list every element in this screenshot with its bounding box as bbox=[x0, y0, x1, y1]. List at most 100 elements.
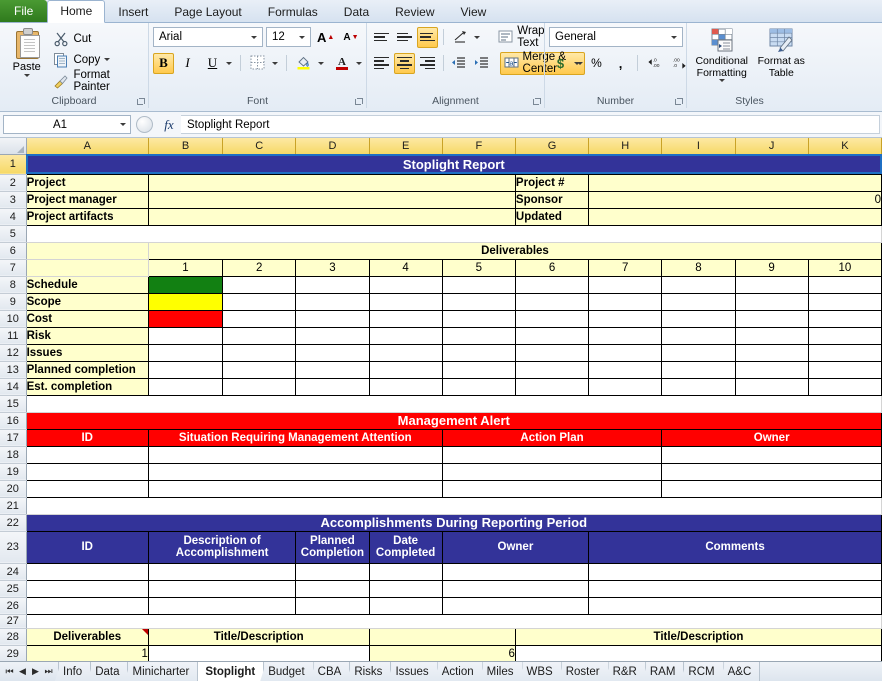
accomplishments-header-id[interactable]: ID bbox=[26, 531, 148, 563]
row-header-8[interactable]: 8 bbox=[0, 276, 26, 293]
status-cell-issues-4[interactable] bbox=[369, 344, 442, 361]
fill-color-split-button[interactable] bbox=[292, 52, 327, 75]
sheet-tab-cba[interactable]: CBA bbox=[310, 662, 351, 681]
row-header-15[interactable]: 15 bbox=[0, 395, 26, 412]
italic-button[interactable]: I bbox=[177, 53, 198, 74]
status-cell-scope-4[interactable] bbox=[369, 293, 442, 310]
status-cell-schedule-9[interactable] bbox=[735, 276, 808, 293]
row-header-24[interactable]: 24 bbox=[0, 563, 26, 580]
status-cell-issues-10[interactable] bbox=[808, 344, 881, 361]
align-middle-button[interactable] bbox=[394, 27, 415, 48]
deliverables-detail-header-title-1[interactable]: Title/Description bbox=[148, 628, 369, 645]
font-family-combo[interactable]: Arial bbox=[153, 27, 263, 47]
status-cell-risk-6[interactable] bbox=[515, 327, 588, 344]
row-header-6[interactable]: 6 bbox=[0, 242, 26, 259]
status-cell-planned-3[interactable] bbox=[296, 361, 369, 378]
accomplishments-cell-r1-owner[interactable] bbox=[442, 563, 588, 580]
status-cell-cost-10[interactable] bbox=[808, 310, 881, 327]
insert-function-icon[interactable]: fx bbox=[157, 117, 181, 133]
status-cell-est-2[interactable] bbox=[223, 378, 296, 395]
name-box-dropdown-arrow[interactable] bbox=[116, 123, 130, 126]
conditional-formatting-dropdown-arrow[interactable] bbox=[719, 79, 725, 82]
percent-button[interactable]: % bbox=[586, 53, 607, 74]
project-manager-label-cell[interactable]: Project manager bbox=[26, 191, 148, 208]
status-cell-scope-9[interactable] bbox=[735, 293, 808, 310]
management-alert-cell-r1-id[interactable] bbox=[26, 446, 148, 463]
accomplishments-cell-r1-id[interactable] bbox=[26, 563, 148, 580]
column-header-j[interactable]: J bbox=[735, 138, 808, 154]
row-header-9[interactable]: 9 bbox=[0, 293, 26, 310]
status-cell-planned-2[interactable] bbox=[223, 361, 296, 378]
deliverable-row-label-cost[interactable]: Cost bbox=[26, 310, 148, 327]
deliverables-detail-header-deliverables[interactable]: Deliverables bbox=[26, 628, 148, 645]
sponsor-label-cell[interactable]: Sponsor bbox=[515, 191, 588, 208]
status-cell-est-9[interactable] bbox=[735, 378, 808, 395]
status-cell-est-8[interactable] bbox=[662, 378, 735, 395]
row-header-20[interactable]: 20 bbox=[0, 480, 26, 497]
status-cell-risk-8[interactable] bbox=[662, 327, 735, 344]
deliverable-col-8[interactable]: 8 bbox=[662, 259, 735, 276]
accomplishments-cell-r1-date[interactable] bbox=[369, 563, 442, 580]
status-cell-planned-7[interactable] bbox=[589, 361, 662, 378]
row-header-14[interactable]: 14 bbox=[0, 378, 26, 395]
column-header-g[interactable]: G bbox=[515, 138, 588, 154]
management-alert-cell-r2-action[interactable] bbox=[442, 463, 662, 480]
row-header-4[interactable]: 4 bbox=[0, 208, 26, 225]
status-cell-est-6[interactable] bbox=[515, 378, 588, 395]
deliverable-row-label-risk[interactable]: Risk bbox=[26, 327, 148, 344]
font-color-split-button[interactable]: A bbox=[330, 52, 365, 75]
ribbon-tab-home[interactable]: Home bbox=[47, 0, 105, 23]
status-cell-schedule-1[interactable] bbox=[148, 276, 222, 293]
project-value-cell[interactable] bbox=[148, 174, 515, 191]
sheet-tab-rr[interactable]: R&R bbox=[605, 662, 646, 681]
deliverable-col-4[interactable]: 4 bbox=[369, 259, 442, 276]
number-format-dropdown-arrow[interactable] bbox=[667, 36, 680, 39]
ribbon-tab-formulas[interactable]: Formulas bbox=[255, 1, 331, 22]
decrease-indent-button[interactable] bbox=[449, 53, 470, 74]
font-size-combo[interactable]: 12 bbox=[266, 27, 311, 47]
management-alert-cell-r1-owner[interactable] bbox=[662, 446, 882, 463]
row-header-2[interactable]: 2 bbox=[0, 174, 26, 191]
align-bottom-button[interactable] bbox=[417, 27, 438, 48]
nav-next-button[interactable]: ▶ bbox=[29, 662, 42, 681]
row-header-26[interactable]: 26 bbox=[0, 597, 26, 614]
management-alert-cell-r3-situation[interactable] bbox=[148, 480, 442, 497]
spreadsheet-grid[interactable]: A B C D E F G H I J K 1 Stoplight Report… bbox=[0, 138, 882, 661]
accomplishments-cell-r2-id[interactable] bbox=[26, 580, 148, 597]
status-cell-planned-6[interactable] bbox=[515, 361, 588, 378]
accomplishments-cell-r1-planned[interactable] bbox=[296, 563, 369, 580]
management-alert-cell-r2-situation[interactable] bbox=[148, 463, 442, 480]
row-header-18[interactable]: 18 bbox=[0, 446, 26, 463]
ribbon-tab-data[interactable]: Data bbox=[331, 1, 382, 22]
row-header-19[interactable]: 19 bbox=[0, 463, 26, 480]
management-alert-cell-r3-owner[interactable] bbox=[662, 480, 882, 497]
deliverable-row-label-scope[interactable]: Scope bbox=[26, 293, 148, 310]
conditional-formatting-button[interactable]: Conditional Formatting bbox=[695, 26, 749, 82]
deliverables-detail-header-title-2[interactable]: Title/Description bbox=[515, 628, 881, 645]
name-box[interactable]: A1 bbox=[3, 115, 131, 134]
deliverables-numhdr-corner[interactable] bbox=[26, 259, 148, 276]
status-cell-scope-3[interactable] bbox=[296, 293, 369, 310]
status-cell-cost-9[interactable] bbox=[735, 310, 808, 327]
bold-button[interactable]: B bbox=[153, 53, 174, 74]
status-cell-scope-6[interactable] bbox=[515, 293, 588, 310]
number-dialog-launcher[interactable] bbox=[674, 98, 683, 107]
select-all-corner[interactable] bbox=[0, 138, 26, 154]
sheet-tab-miles[interactable]: Miles bbox=[479, 662, 523, 681]
formula-input[interactable]: Stoplight Report bbox=[181, 115, 880, 134]
column-header-d[interactable]: D bbox=[296, 138, 369, 154]
column-header-c[interactable]: C bbox=[223, 138, 296, 154]
status-cell-schedule-10[interactable] bbox=[808, 276, 881, 293]
fill-color-button[interactable] bbox=[293, 53, 315, 74]
row-header-29[interactable]: 29 bbox=[0, 645, 26, 661]
fill-color-dropdown-arrow[interactable] bbox=[315, 62, 326, 65]
column-header-b[interactable]: B bbox=[148, 138, 222, 154]
status-cell-issues-6[interactable] bbox=[515, 344, 588, 361]
management-alert-header-action-plan[interactable]: Action Plan bbox=[442, 429, 662, 446]
align-left-button[interactable] bbox=[371, 53, 392, 74]
management-alert-cell-r2-id[interactable] bbox=[26, 463, 148, 480]
management-alert-title-cell[interactable]: Management Alert bbox=[26, 412, 881, 429]
accomplishments-cell-r3-planned[interactable] bbox=[296, 597, 369, 614]
row-header-7[interactable]: 7 bbox=[0, 259, 26, 276]
row-header-3[interactable]: 3 bbox=[0, 191, 26, 208]
